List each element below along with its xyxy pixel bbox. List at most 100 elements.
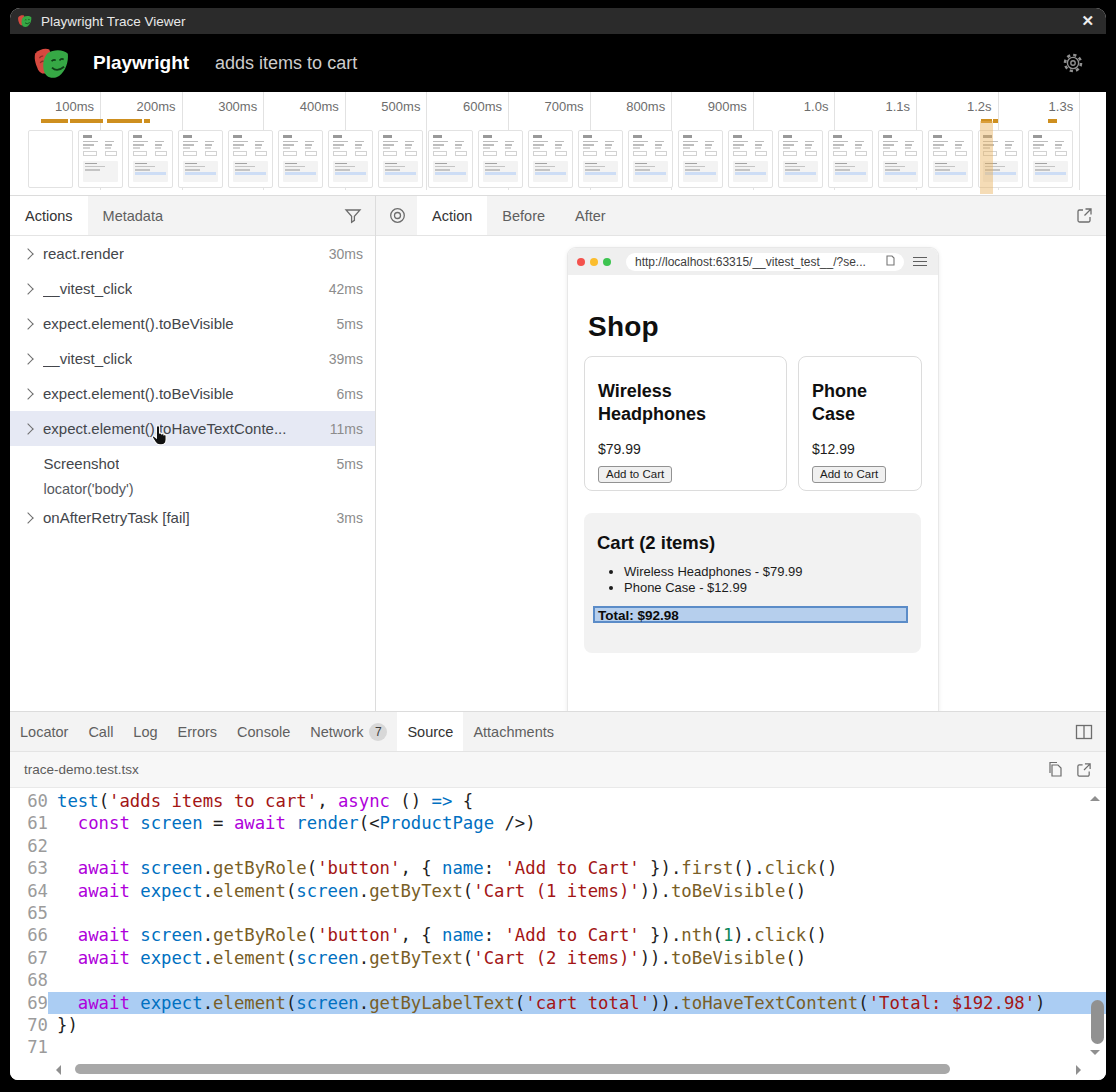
shop-heading: Shop	[588, 311, 922, 343]
tab-errors[interactable]: Errors	[168, 712, 227, 751]
dom-snapshot-area: http://localhost:63315/__vitest_test__/?…	[376, 236, 1106, 711]
source-file-bar: trace-demo.test.tsx	[10, 752, 1106, 788]
timeline-time-label: 300ms	[183, 99, 257, 114]
bottom-tabbar: LocatorCallLogErrorsConsoleNetwork7Sourc…	[10, 712, 1106, 752]
filmstrip-thumbnail[interactable]	[778, 130, 823, 188]
timeline-action-bar	[41, 119, 68, 123]
chevron-right-icon	[22, 318, 33, 329]
window-title: Playwright Trace Viewer	[41, 14, 186, 29]
code-line: 66 await screen.getByRole('button', { na…	[10, 924, 1106, 946]
tab-source[interactable]: Source	[397, 712, 463, 751]
close-icon[interactable]: ✕	[1081, 12, 1094, 30]
filmstrip-thumbnail[interactable]	[128, 130, 173, 188]
scrollbar-arrow-up[interactable]	[1090, 796, 1100, 801]
product-price: $12.99	[812, 441, 909, 457]
split-view-icon[interactable]	[1075, 712, 1106, 751]
filmstrip-thumbnail[interactable]	[378, 130, 423, 188]
target-icon[interactable]	[376, 196, 417, 235]
tab-metadata[interactable]: Metadata	[88, 196, 178, 235]
filmstrip-thumbnail[interactable]	[728, 130, 773, 188]
copy-icon[interactable]	[1047, 761, 1063, 778]
snapshot-browser-chrome: http://localhost:63315/__vitest_test__/?…	[568, 248, 938, 275]
tab-call[interactable]: Call	[78, 712, 123, 751]
timeline-time-label: 1.1s	[836, 99, 910, 114]
open-source-external-icon[interactable]	[1076, 762, 1092, 778]
copy-url-icon[interactable]	[883, 255, 895, 268]
network-count-badge: 7	[369, 723, 387, 741]
product-name: Wireless Headphones	[598, 380, 774, 425]
app-header: Playwright adds items to cart	[10, 34, 1106, 92]
action-duration: 30ms	[323, 246, 363, 262]
settings-gear-icon[interactable]	[1062, 52, 1084, 74]
action-row[interactable]: Screenshot5ms	[10, 446, 375, 481]
add-to-cart-button[interactable]: Add to Cart	[598, 466, 672, 483]
action-row[interactable]: onAfterRetryTask [fail] 3ms	[10, 500, 375, 535]
filmstrip-thumbnail[interactable]	[678, 130, 723, 188]
filmstrip-thumbnail[interactable]	[78, 130, 123, 188]
action-locator: locator('body')	[10, 477, 375, 500]
filmstrip-thumbnail[interactable]	[428, 130, 473, 188]
code-line: 67 await expect.element(screen.getByText…	[10, 947, 1106, 969]
action-row[interactable]: expect.element().toBeVisible5ms	[10, 306, 375, 341]
line-number: 68	[10, 969, 48, 991]
timeline-time-label: 800ms	[591, 99, 665, 114]
filmstrip-thumbnail[interactable]	[28, 130, 73, 188]
horizontal-scrollbar-thumb[interactable]	[75, 1064, 950, 1074]
inspector-panel: Action Before After http://localhost:633…	[376, 196, 1106, 711]
tab-actions[interactable]: Actions	[10, 196, 88, 235]
line-number: 61	[10, 812, 48, 834]
action-row[interactable]: expect.element().toHaveTextConte...11ms	[10, 411, 375, 446]
action-duration: 5ms	[331, 316, 363, 332]
tab-network[interactable]: Network7	[300, 712, 397, 751]
address-bar[interactable]: http://localhost:63315/__vitest_test__/?…	[626, 253, 904, 271]
filmstrip-thumbnail[interactable]	[628, 130, 673, 188]
filmstrip-thumbnail[interactable]	[528, 130, 573, 188]
action-duration: 11ms	[324, 421, 363, 437]
open-external-icon[interactable]	[1076, 196, 1106, 235]
add-to-cart-button[interactable]: Add to Cart	[812, 466, 886, 483]
source-file-name: trace-demo.test.tsx	[24, 762, 139, 777]
browser-menu-icon[interactable]	[913, 254, 927, 269]
cart-heading: Cart (2 items)	[597, 532, 911, 554]
line-number: 60	[10, 790, 48, 812]
filmstrip-thumbnail[interactable]	[278, 130, 323, 188]
chevron-right-icon	[22, 423, 33, 434]
action-duration: 3ms	[331, 510, 363, 526]
scrollbar-arrow-right[interactable]	[1076, 1065, 1081, 1075]
snapshot-browser-frame: http://localhost:63315/__vitest_test__/?…	[568, 248, 938, 711]
line-number: 65	[10, 902, 48, 924]
tab-before[interactable]: Before	[487, 196, 560, 235]
tab-after[interactable]: After	[560, 196, 621, 235]
filmstrip-thumbnail[interactable]	[1028, 130, 1073, 188]
vertical-scrollbar-thumb[interactable]	[1091, 1000, 1104, 1044]
actions-panel: Actions Metadata react.render30ms__vites…	[10, 196, 376, 711]
traffic-light-green-icon	[603, 258, 611, 266]
filmstrip-thumbnail[interactable]	[878, 130, 923, 188]
filmstrip-thumbnail[interactable]	[928, 130, 973, 188]
scrollbar-arrow-down[interactable]	[1090, 1050, 1100, 1055]
action-row[interactable]: __vitest_click39ms	[10, 341, 375, 376]
timeline-action-bar	[1048, 119, 1057, 123]
filmstrip-thumbnail[interactable]	[828, 130, 873, 188]
timeline-time-label: 1.0s	[754, 99, 828, 114]
filmstrip-thumbnail[interactable]	[178, 130, 223, 188]
action-label: __vitest_click	[43, 280, 132, 297]
action-row[interactable]: react.render30ms	[10, 236, 375, 271]
filmstrip-thumbnail[interactable]	[478, 130, 523, 188]
tab-console[interactable]: Console	[227, 712, 300, 751]
tab-log[interactable]: Log	[123, 712, 167, 751]
filmstrip-thumbnail[interactable]	[228, 130, 273, 188]
tab-locator[interactable]: Locator	[10, 712, 78, 751]
filter-icon[interactable]	[344, 196, 375, 235]
tab-action[interactable]: Action	[417, 196, 487, 235]
tab-attachments[interactable]: Attachments	[463, 712, 564, 751]
filmstrip-thumbnail[interactable]	[328, 130, 373, 188]
test-title: adds items to cart	[215, 53, 357, 74]
filmstrip-thumbnail[interactable]	[578, 130, 623, 188]
scrollbar-arrow-left[interactable]	[56, 1065, 61, 1075]
timeline[interactable]: 100ms200ms300ms400ms500ms600ms700ms800ms…	[10, 92, 1106, 196]
action-label: onAfterRetryTask [fail]	[43, 509, 190, 526]
action-row[interactable]: expect.element().toBeVisible6ms	[10, 376, 375, 411]
action-row[interactable]: __vitest_click42ms	[10, 271, 375, 306]
timeline-time-label: 200ms	[102, 99, 176, 114]
